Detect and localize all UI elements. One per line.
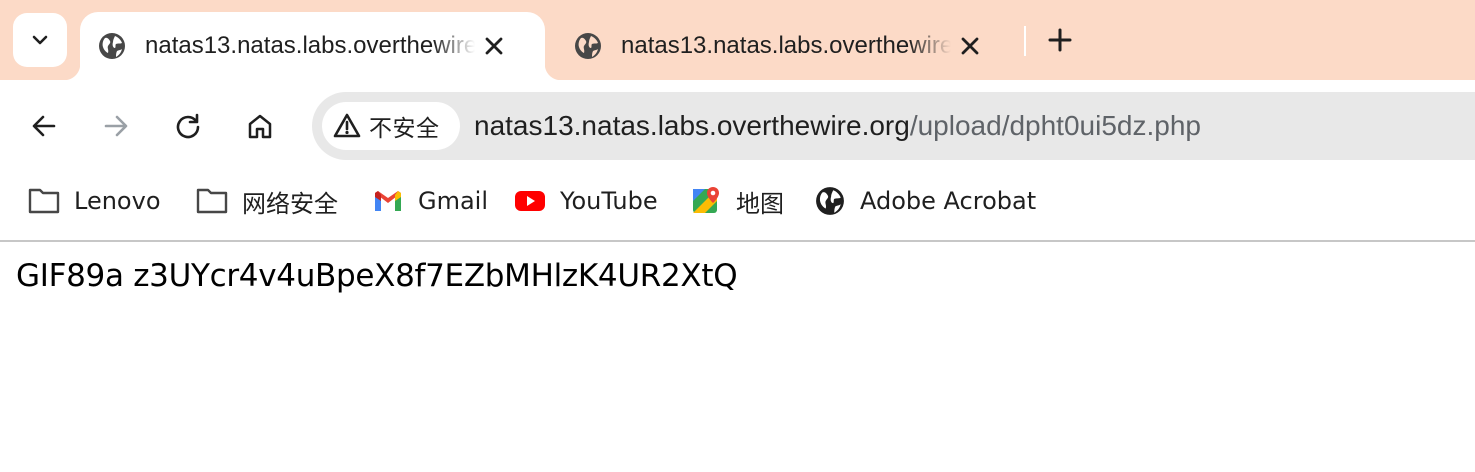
- toolbar: 不安全 natas13.natas.labs.overthewire.org/u…: [0, 80, 1475, 172]
- bookmark-network-security[interactable]: 网络安全: [196, 185, 338, 218]
- back-button[interactable]: [20, 102, 68, 150]
- bookmarks-bar: Lenovo 网络安全 Gmail YouTube 地图 Adobe Acrob…: [0, 172, 1475, 240]
- tab-close-button[interactable]: [478, 30, 510, 62]
- warning-icon: [333, 113, 361, 138]
- close-icon: [961, 37, 979, 55]
- tab-search-button[interactable]: [13, 13, 67, 67]
- close-icon: [485, 37, 503, 55]
- bookmark-maps[interactable]: 地图: [690, 185, 784, 218]
- bookmark-label: 地图: [736, 189, 784, 218]
- tab-strip: natas13.natas.labs.overthewire.org/uploa…: [0, 0, 1475, 80]
- back-arrow-icon: [32, 115, 56, 137]
- bookmark-adobe-acrobat[interactable]: Adobe Acrobat: [814, 185, 1036, 217]
- bookmark-label: Lenovo: [74, 187, 161, 215]
- folder-icon: [196, 185, 228, 217]
- toolbar-divider: [0, 240, 1475, 242]
- forward-button[interactable]: [92, 102, 140, 150]
- globe-icon: [814, 185, 846, 217]
- maps-icon: [690, 185, 722, 217]
- reload-icon: [176, 113, 200, 139]
- tab-title: natas13.natas.labs.overthewire.org/uploa…: [145, 32, 475, 60]
- tab-active[interactable]: natas13.natas.labs.overthewire.org/uploa…: [64, 12, 561, 80]
- reload-button[interactable]: [164, 102, 212, 150]
- url-path: /upload/dpht0ui5dz.php: [909, 110, 1201, 141]
- gmail-icon: [372, 185, 404, 217]
- chevron-down-icon: [32, 35, 48, 45]
- globe-icon: [99, 33, 125, 59]
- bookmark-lenovo[interactable]: Lenovo: [28, 185, 161, 217]
- tab-title: natas13.natas.labs.overthewire.org: [621, 32, 951, 60]
- bookmark-youtube[interactable]: YouTube: [514, 185, 658, 217]
- url-host: natas13.natas.labs.overthewire.org: [474, 110, 910, 141]
- bookmark-gmail[interactable]: Gmail: [372, 185, 488, 217]
- page-content-text: GIF89a z3UYcr4v4uBpeX8f7EZbMHlzK4UR2XtQ: [16, 258, 738, 294]
- forward-arrow-icon: [104, 115, 128, 137]
- tab-inactive[interactable]: natas13.natas.labs.overthewire.org: [556, 12, 1016, 80]
- security-chip[interactable]: 不安全: [322, 102, 460, 150]
- url-text[interactable]: natas13.natas.labs.overthewire.org/uploa…: [474, 108, 1201, 144]
- tab-close-button[interactable]: [954, 30, 986, 62]
- globe-icon: [575, 33, 601, 59]
- home-button[interactable]: [236, 102, 284, 150]
- folder-icon: [28, 185, 60, 217]
- new-tab-button[interactable]: [1042, 22, 1078, 58]
- bookmark-label: YouTube: [560, 187, 658, 215]
- home-icon: [248, 114, 272, 139]
- bookmark-label: 网络安全: [242, 189, 338, 218]
- bookmark-label: Adobe Acrobat: [860, 187, 1037, 215]
- plus-icon: [1048, 28, 1072, 52]
- youtube-icon: [514, 185, 546, 217]
- tab-separator: [1024, 26, 1026, 56]
- bookmark-label: Gmail: [418, 187, 489, 215]
- address-bar[interactable]: 不安全 natas13.natas.labs.overthewire.org/u…: [312, 92, 1475, 160]
- security-label: 不安全: [369, 116, 440, 142]
